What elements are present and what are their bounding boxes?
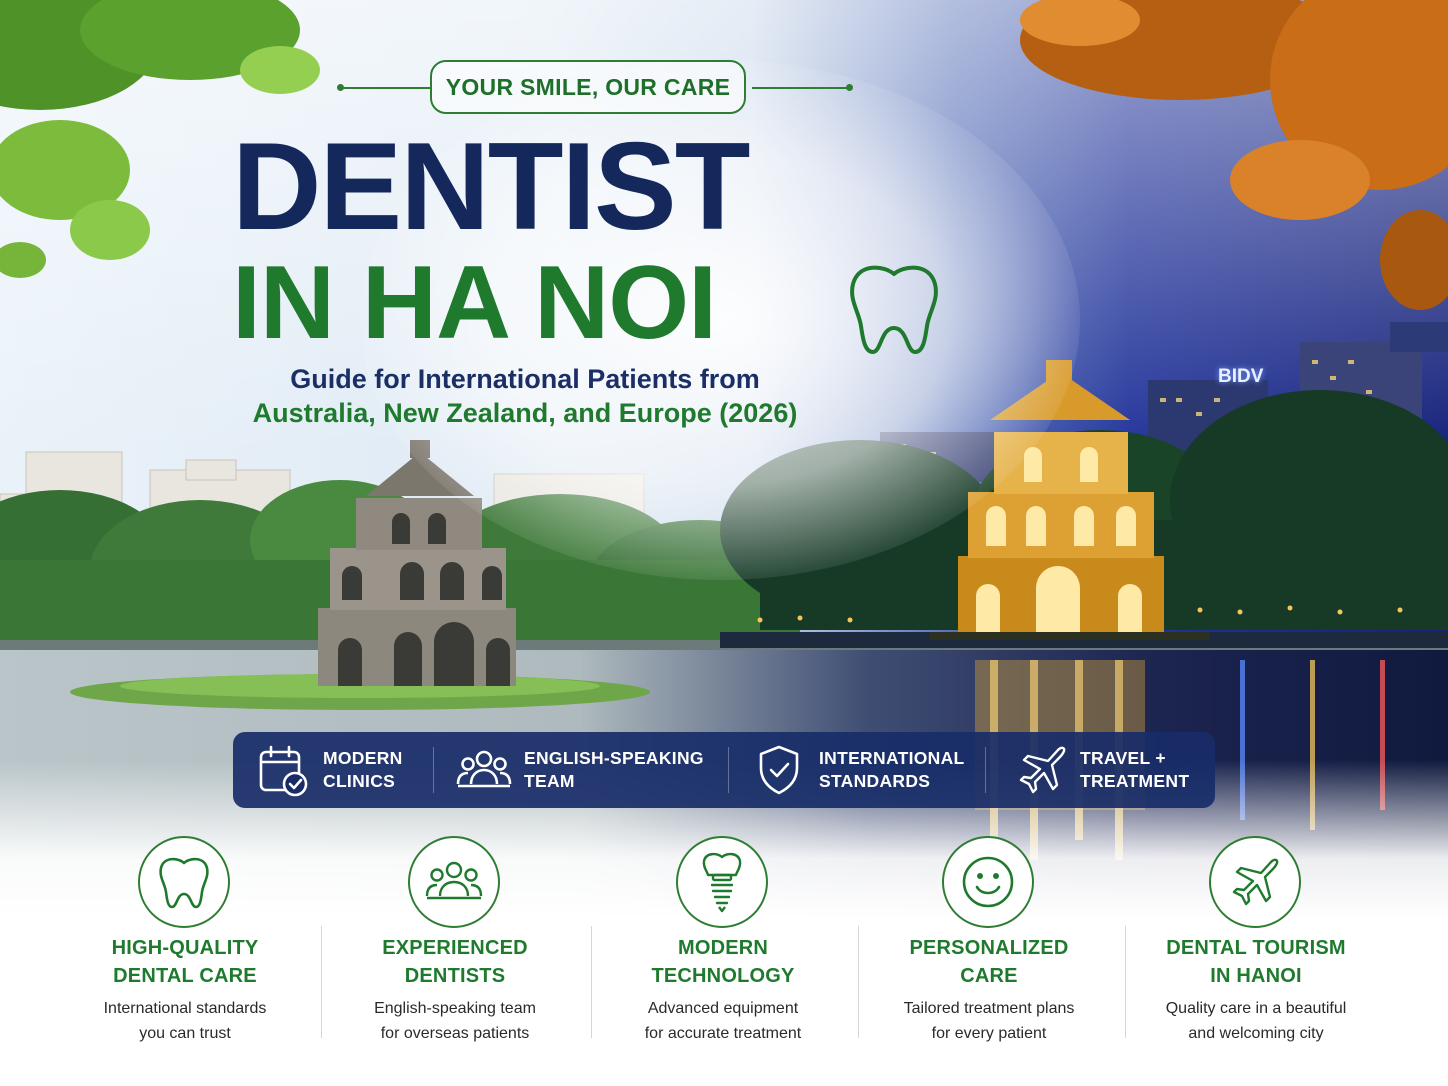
feature-personalized-care: PERSONALIZED CARE Tailored treatment pla…	[854, 830, 1124, 1050]
bar-item-english-speaking-team: ENGLISH-SPEAKING TEAM	[456, 732, 728, 808]
shield-check-icon	[759, 745, 799, 795]
feature-high-quality-dental-care: HIGH-QUALITY DENTAL CARE International s…	[50, 830, 320, 1050]
subtitle-line1: Guide for International Patients from	[290, 364, 760, 394]
feature-experienced-dentists: EXPERIENCED DENTISTS English-speaking te…	[320, 830, 590, 1050]
feature-title: DENTAL TOURISM	[1166, 937, 1346, 959]
bar-item-modern-clinics: MODERN CLINICS	[255, 732, 433, 808]
bar-item-travel-treatment: TRAVEL + TREATMENT	[1012, 732, 1212, 808]
feature-bar: MODERN CLINICS ENGLISH-SPEAKING TEAM INT…	[233, 732, 1215, 808]
feature-modern-technology: MODERN TECHNOLOGY Advanced equipment for…	[588, 830, 858, 1050]
feature-title: TECHNOLOGY	[651, 965, 795, 987]
feature-title: DENTAL CARE	[113, 965, 257, 987]
feature-description: for every patient	[931, 1025, 1047, 1042]
feature-description: English-speaking team	[374, 1000, 536, 1017]
bar-item-international-standards: INTERNATIONAL STANDARDS	[751, 732, 985, 808]
airplane-icon	[1019, 746, 1066, 794]
dental-implant-icon	[702, 852, 742, 913]
feature-description: for overseas patients	[380, 1025, 530, 1042]
feature-title: IN HANOI	[1210, 965, 1302, 987]
feature-description: and welcoming city	[1188, 1025, 1324, 1042]
feature-title: EXPERIENCED	[382, 937, 528, 959]
feature-description: Tailored treatment plans	[903, 1000, 1075, 1017]
tagline: YOUR SMILE, OUR CARE	[337, 60, 853, 116]
tagline-pill: YOUR SMILE, OUR CARE	[430, 60, 746, 114]
feature-description: for accurate treatment	[644, 1025, 802, 1042]
feature-dental-tourism: DENTAL TOURISM IN HANOI Quality care in …	[1121, 830, 1391, 1050]
bank-sign: BIDV	[1218, 366, 1264, 387]
page-title-line2: IN HA NOI	[232, 245, 717, 361]
feature-description: International standards	[103, 1000, 267, 1017]
calendar-check-icon	[259, 745, 308, 797]
team-icon	[425, 861, 483, 900]
subtitle-line2: Australia, New Zealand, and Europe (2026…	[252, 398, 798, 428]
autumn-leaves	[1020, 0, 1448, 310]
feature-description: Quality care in a beautiful	[1165, 1000, 1347, 1017]
feature-description: you can trust	[139, 1025, 231, 1042]
feature-title: CARE	[960, 965, 1018, 987]
team-icon	[456, 750, 512, 788]
feature-title: DENTISTS	[404, 965, 506, 987]
feature-title: PERSONALIZED	[909, 937, 1069, 959]
feature-title: MODERN	[677, 937, 769, 959]
airplane-icon	[1232, 858, 1279, 906]
smiley-icon	[962, 856, 1014, 908]
page-title-line1: DENTIST	[232, 118, 750, 256]
features-row: HIGH-QUALITY DENTAL CARE International s…	[50, 830, 1390, 1050]
tooth-icon	[159, 857, 209, 909]
tooth-icon	[850, 265, 938, 354]
feature-title: HIGH-QUALITY	[111, 937, 259, 959]
feature-description: Advanced equipment	[647, 1000, 799, 1017]
